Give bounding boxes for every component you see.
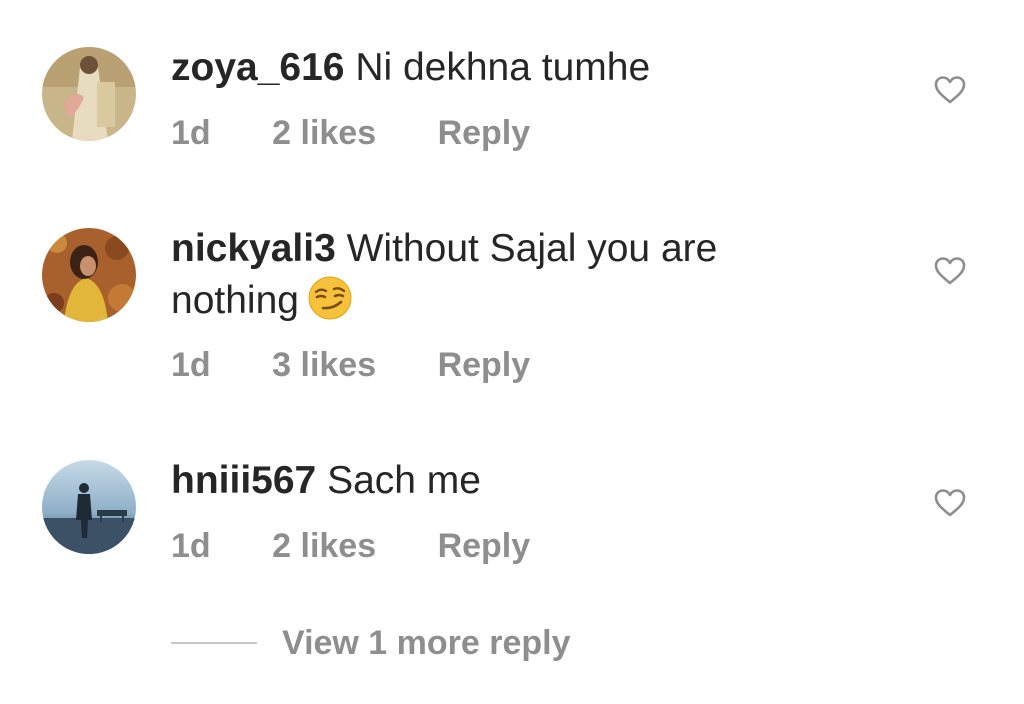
- reply-button[interactable]: Reply: [438, 113, 531, 153]
- avatar[interactable]: [42, 460, 136, 554]
- comment-likes-count[interactable]: 2 likes: [272, 526, 376, 566]
- comment-text: zoya_616 Ni dekhna tumhe: [171, 42, 871, 94]
- comment-timestamp: 1d: [171, 346, 211, 384]
- avatar[interactable]: [42, 228, 136, 322]
- comment-likes-count[interactable]: 3 likes: [272, 345, 376, 385]
- smirking-face-icon: [308, 276, 352, 320]
- comment-body: Ni dekhna tumhe: [355, 46, 651, 89]
- comment-meta: 1d 2 likes Reply: [171, 113, 530, 153]
- comment-meta: 1d 3 likes Reply: [171, 345, 530, 385]
- heart-icon[interactable]: [934, 75, 966, 105]
- reply-button[interactable]: Reply: [438, 526, 531, 566]
- divider: [171, 642, 257, 644]
- heart-icon[interactable]: [934, 256, 966, 286]
- comment-text: nickyali3 Without Sajal you are nothing: [171, 223, 771, 327]
- view-more-replies[interactable]: View 1 more reply: [171, 621, 571, 665]
- comment-username[interactable]: zoya_616: [171, 46, 344, 89]
- comment-timestamp: 1d: [171, 114, 211, 152]
- comment-text: hniii567 Sach me: [171, 455, 871, 507]
- comment-body: Sach me: [327, 459, 481, 502]
- comment-timestamp: 1d: [171, 527, 211, 565]
- view-more-replies-label[interactable]: View 1 more reply: [282, 624, 571, 663]
- heart-icon[interactable]: [934, 488, 966, 518]
- comment-likes-count[interactable]: 2 likes: [272, 113, 376, 153]
- comment-username[interactable]: nickyali3: [171, 227, 336, 270]
- reply-button[interactable]: Reply: [438, 345, 531, 385]
- comment-meta: 1d 2 likes Reply: [171, 526, 530, 566]
- avatar[interactable]: [42, 47, 136, 141]
- comment-username[interactable]: hniii567: [171, 459, 316, 502]
